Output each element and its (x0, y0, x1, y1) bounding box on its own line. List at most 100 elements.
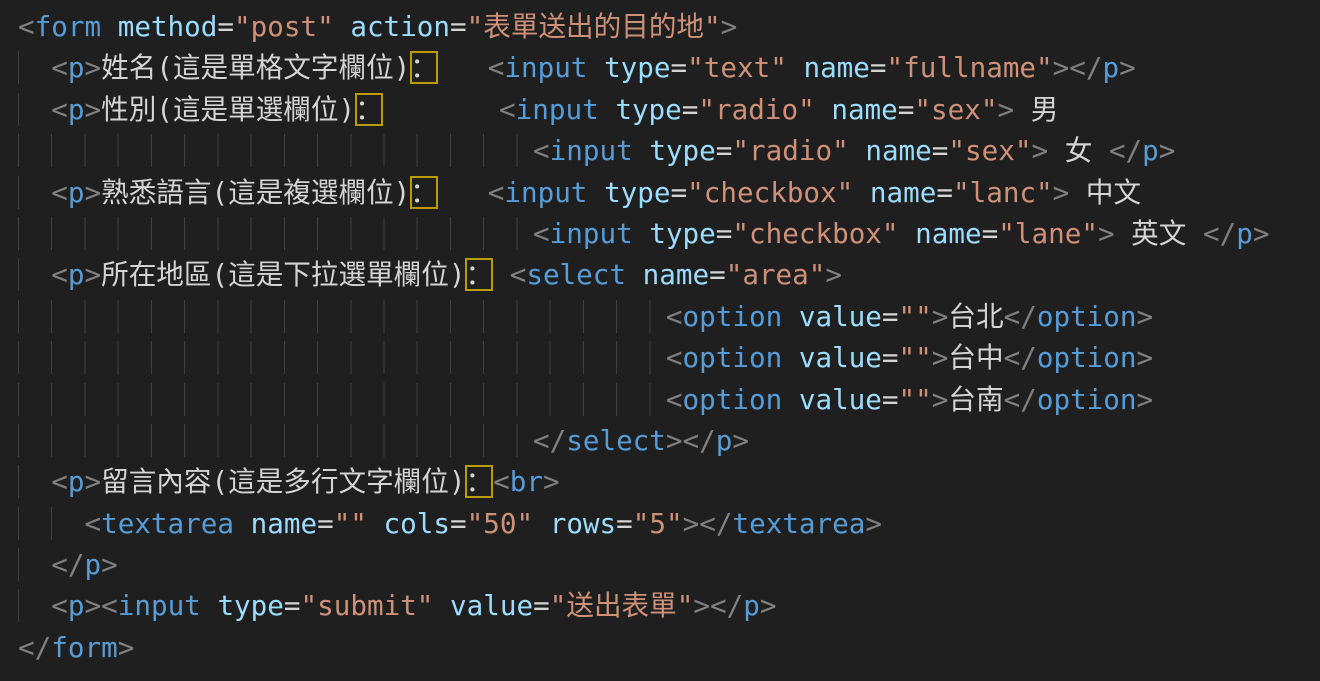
code-token (815, 93, 832, 126)
code-token: input (504, 176, 587, 209)
code-token: < (51, 93, 68, 126)
indent-guides (18, 589, 51, 622)
code-line[interactable]: <p><input type="submit" value="送出表單"></p… (18, 585, 1320, 626)
code-line[interactable]: </select></p> (18, 420, 1320, 461)
indent-guides (18, 383, 666, 416)
code-line[interactable]: <p>姓名(這是單格文字欄位)： <input type="text" name… (18, 47, 1320, 88)
code-token: name (915, 217, 981, 250)
code-token: </ (1109, 134, 1142, 167)
code-token: > (932, 383, 949, 416)
code-line[interactable]: <p>所在地區(這是下拉選單欄位)： <select name="area"> (18, 254, 1320, 295)
code-token: < (101, 589, 118, 622)
code-line[interactable]: <form method="post" action="表單送出的目的地"> (18, 6, 1320, 47)
code-token: cols (384, 507, 450, 540)
code-token: > (1137, 341, 1154, 374)
indent-guides (18, 548, 51, 581)
code-token: = (533, 589, 550, 622)
code-token: = (217, 10, 234, 43)
code-token: > (84, 93, 101, 126)
code-token: > (84, 258, 101, 291)
code-token: type (217, 589, 283, 622)
code-token: type (649, 217, 715, 250)
code-token: < (488, 176, 505, 209)
code-line[interactable]: <option value="">台北</option> (18, 296, 1320, 337)
code-token: < (51, 465, 68, 498)
code-token: p (68, 258, 85, 291)
code-token: "" (899, 383, 932, 416)
code-token: = (450, 507, 467, 540)
unicode-highlight-colon: ： (465, 465, 493, 498)
code-token: 女 (1048, 134, 1109, 167)
code-line[interactable]: <textarea name="" cols="50" rows="5"></t… (18, 503, 1320, 544)
code-token: p (716, 424, 733, 457)
code-token: </ (1004, 383, 1037, 416)
code-token: = (882, 341, 899, 374)
code-line[interactable]: <option value="">台南</option> (18, 379, 1320, 420)
code-token: 姓名(這是單格文字欄位) (101, 51, 410, 84)
code-token: > (760, 589, 777, 622)
code-token: < (666, 300, 683, 333)
code-area[interactable]: <form method="post" action="表單送出的目的地"> <… (0, 0, 1320, 668)
code-token: < (51, 176, 68, 209)
code-token: br (510, 465, 543, 498)
code-line[interactable]: </form> (18, 627, 1320, 668)
code-token: p (68, 93, 85, 126)
code-token: > (84, 51, 101, 84)
code-token: option (683, 341, 783, 374)
code-token: "sex" (914, 93, 997, 126)
code-token: "sex" (948, 134, 1031, 167)
code-token: 台南 (948, 383, 1003, 416)
code-token: "" (899, 341, 932, 374)
code-token: input (550, 134, 633, 167)
code-token: option (683, 383, 783, 416)
code-token: p (68, 589, 85, 622)
code-token: 台北 (948, 300, 1003, 333)
code-token: "area" (726, 258, 826, 291)
indent-guides (18, 176, 51, 209)
code-token: p (1142, 134, 1159, 167)
code-line[interactable]: <p>熟悉語言(這是複選欄位)： <input type="checkbox" … (18, 172, 1320, 213)
code-token (334, 10, 351, 43)
code-token: form (35, 10, 101, 43)
indent-guides (18, 51, 51, 84)
code-token: option (1037, 341, 1137, 374)
code-token: = (671, 176, 688, 209)
code-token: = (882, 300, 899, 333)
code-token: > (1137, 300, 1154, 333)
code-line[interactable]: <option value="">台中</option> (18, 337, 1320, 378)
code-token (787, 51, 804, 84)
code-token: < (488, 51, 505, 84)
code-token: "lane" (998, 217, 1098, 250)
code-token: select (566, 424, 666, 457)
code-token: "text" (687, 51, 787, 84)
code-token: p (1236, 217, 1253, 250)
code-token: < (510, 258, 527, 291)
code-line[interactable]: <p>留言內容(這是多行文字欄位)：<br> (18, 461, 1320, 502)
code-token: p (84, 548, 101, 581)
code-token: 台中 (948, 341, 1003, 374)
code-token: </ (18, 631, 51, 664)
code-token: "" (334, 507, 367, 540)
indent-guides (18, 258, 51, 291)
code-token: = (982, 217, 999, 250)
code-token (438, 51, 488, 84)
code-token: > (693, 589, 710, 622)
code-token: "送出表單" (550, 589, 694, 622)
code-token: 中文 (1069, 176, 1141, 209)
code-token: rows (550, 507, 616, 540)
code-token: input (550, 217, 633, 250)
code-line[interactable]: <p>性別(這是單選欄位)： <input type="radio" name=… (18, 89, 1320, 130)
editor-pane[interactable]: <form method="post" action="表單送出的目的地"> <… (0, 0, 1320, 681)
code-line[interactable]: </p> (18, 544, 1320, 585)
code-token (433, 589, 450, 622)
code-token: "" (899, 300, 932, 333)
code-line[interactable]: <input type="checkbox" name="lane"> 英文 <… (18, 213, 1320, 254)
code-token: > (865, 507, 882, 540)
code-token: > (84, 589, 101, 622)
code-line[interactable]: <input type="radio" name="sex"> 女 </p> (18, 130, 1320, 171)
code-token: "checkbox" (732, 217, 898, 250)
code-token (782, 341, 799, 374)
code-token: > (84, 465, 101, 498)
code-token: </ (710, 589, 743, 622)
code-token: "lanc" (953, 176, 1053, 209)
